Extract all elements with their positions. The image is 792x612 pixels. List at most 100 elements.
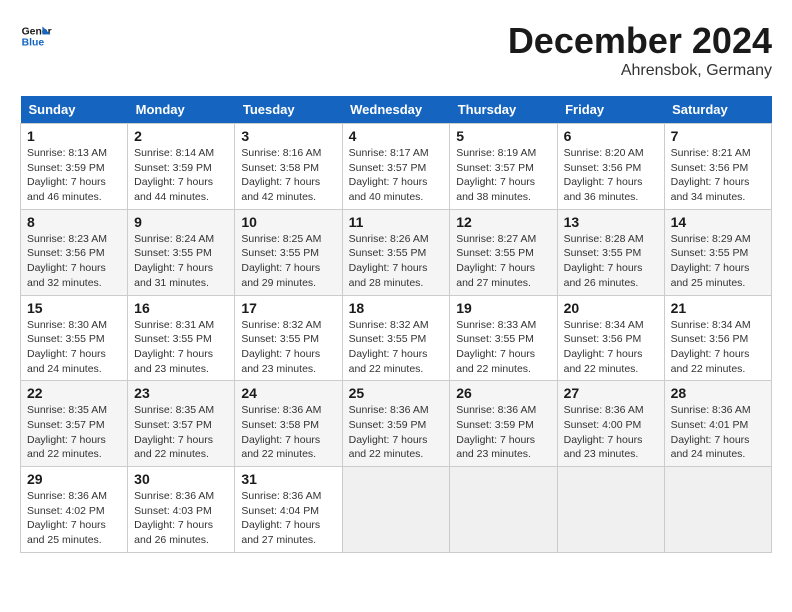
calendar-title: December 2024: [508, 20, 772, 62]
header-thursday: Thursday: [450, 96, 557, 124]
day-number: 7: [671, 128, 765, 144]
day-number: 9: [134, 214, 228, 230]
day-number: 8: [27, 214, 121, 230]
title-block: December 2024 Ahrensbok, Germany: [508, 20, 772, 80]
day-number: 25: [349, 385, 444, 401]
table-row: 19 Sunrise: 8:33 AM Sunset: 3:55 PM Dayl…: [450, 295, 557, 381]
day-info: Sunrise: 8:35 AM Sunset: 3:57 PM Dayligh…: [134, 403, 228, 462]
weekday-header-row: Sunday Monday Tuesday Wednesday Thursday…: [21, 96, 772, 124]
day-info: Sunrise: 8:28 AM Sunset: 3:55 PM Dayligh…: [564, 232, 658, 291]
day-number: 31: [241, 471, 335, 487]
day-number: 28: [671, 385, 765, 401]
day-number: 21: [671, 300, 765, 316]
day-number: 3: [241, 128, 335, 144]
header-friday: Friday: [557, 96, 664, 124]
table-row: 7 Sunrise: 8:21 AM Sunset: 3:56 PM Dayli…: [664, 124, 771, 210]
empty-day-cell: [342, 467, 450, 553]
day-info: Sunrise: 8:27 AM Sunset: 3:55 PM Dayligh…: [456, 232, 550, 291]
table-row: 23 Sunrise: 8:35 AM Sunset: 3:57 PM Dayl…: [128, 381, 235, 467]
day-number: 12: [456, 214, 550, 230]
table-row: 9 Sunrise: 8:24 AM Sunset: 3:55 PM Dayli…: [128, 209, 235, 295]
table-row: 29 Sunrise: 8:36 AM Sunset: 4:02 PM Dayl…: [21, 467, 128, 553]
day-number: 26: [456, 385, 550, 401]
day-number: 13: [564, 214, 658, 230]
day-info: Sunrise: 8:16 AM Sunset: 3:58 PM Dayligh…: [241, 146, 335, 205]
table-row: 28 Sunrise: 8:36 AM Sunset: 4:01 PM Dayl…: [664, 381, 771, 467]
day-info: Sunrise: 8:36 AM Sunset: 3:59 PM Dayligh…: [456, 403, 550, 462]
day-number: 10: [241, 214, 335, 230]
day-info: Sunrise: 8:31 AM Sunset: 3:55 PM Dayligh…: [134, 318, 228, 377]
table-row: 16 Sunrise: 8:31 AM Sunset: 3:55 PM Dayl…: [128, 295, 235, 381]
day-number: 17: [241, 300, 335, 316]
day-info: Sunrise: 8:19 AM Sunset: 3:57 PM Dayligh…: [456, 146, 550, 205]
table-row: 5 Sunrise: 8:19 AM Sunset: 3:57 PM Dayli…: [450, 124, 557, 210]
logo-icon: General Blue: [20, 20, 52, 52]
empty-day-cell: [557, 467, 664, 553]
table-row: 13 Sunrise: 8:28 AM Sunset: 3:55 PM Dayl…: [557, 209, 664, 295]
day-number: 27: [564, 385, 658, 401]
day-info: Sunrise: 8:14 AM Sunset: 3:59 PM Dayligh…: [134, 146, 228, 205]
table-row: 27 Sunrise: 8:36 AM Sunset: 4:00 PM Dayl…: [557, 381, 664, 467]
empty-day-cell: [664, 467, 771, 553]
day-number: 19: [456, 300, 550, 316]
day-number: 15: [27, 300, 121, 316]
day-number: 5: [456, 128, 550, 144]
calendar-week-row: 1 Sunrise: 8:13 AM Sunset: 3:59 PM Dayli…: [21, 124, 772, 210]
day-info: Sunrise: 8:26 AM Sunset: 3:55 PM Dayligh…: [349, 232, 444, 291]
table-row: 1 Sunrise: 8:13 AM Sunset: 3:59 PM Dayli…: [21, 124, 128, 210]
header-monday: Monday: [128, 96, 235, 124]
day-info: Sunrise: 8:20 AM Sunset: 3:56 PM Dayligh…: [564, 146, 658, 205]
day-info: Sunrise: 8:36 AM Sunset: 4:00 PM Dayligh…: [564, 403, 658, 462]
day-number: 29: [27, 471, 121, 487]
day-info: Sunrise: 8:23 AM Sunset: 3:56 PM Dayligh…: [27, 232, 121, 291]
day-info: Sunrise: 8:36 AM Sunset: 4:04 PM Dayligh…: [241, 489, 335, 548]
day-number: 22: [27, 385, 121, 401]
day-number: 14: [671, 214, 765, 230]
day-info: Sunrise: 8:30 AM Sunset: 3:55 PM Dayligh…: [27, 318, 121, 377]
calendar-week-row: 22 Sunrise: 8:35 AM Sunset: 3:57 PM Dayl…: [21, 381, 772, 467]
day-info: Sunrise: 8:24 AM Sunset: 3:55 PM Dayligh…: [134, 232, 228, 291]
day-info: Sunrise: 8:36 AM Sunset: 4:03 PM Dayligh…: [134, 489, 228, 548]
calendar-week-row: 15 Sunrise: 8:30 AM Sunset: 3:55 PM Dayl…: [21, 295, 772, 381]
day-number: 23: [134, 385, 228, 401]
table-row: 24 Sunrise: 8:36 AM Sunset: 3:58 PM Dayl…: [235, 381, 342, 467]
table-row: 4 Sunrise: 8:17 AM Sunset: 3:57 PM Dayli…: [342, 124, 450, 210]
table-row: 26 Sunrise: 8:36 AM Sunset: 3:59 PM Dayl…: [450, 381, 557, 467]
table-row: 17 Sunrise: 8:32 AM Sunset: 3:55 PM Dayl…: [235, 295, 342, 381]
header-wednesday: Wednesday: [342, 96, 450, 124]
table-row: 14 Sunrise: 8:29 AM Sunset: 3:55 PM Dayl…: [664, 209, 771, 295]
table-row: 8 Sunrise: 8:23 AM Sunset: 3:56 PM Dayli…: [21, 209, 128, 295]
day-info: Sunrise: 8:33 AM Sunset: 3:55 PM Dayligh…: [456, 318, 550, 377]
day-info: Sunrise: 8:32 AM Sunset: 3:55 PM Dayligh…: [349, 318, 444, 377]
table-row: 10 Sunrise: 8:25 AM Sunset: 3:55 PM Dayl…: [235, 209, 342, 295]
day-info: Sunrise: 8:17 AM Sunset: 3:57 PM Dayligh…: [349, 146, 444, 205]
table-row: 30 Sunrise: 8:36 AM Sunset: 4:03 PM Dayl…: [128, 467, 235, 553]
day-info: Sunrise: 8:35 AM Sunset: 3:57 PM Dayligh…: [27, 403, 121, 462]
day-info: Sunrise: 8:34 AM Sunset: 3:56 PM Dayligh…: [671, 318, 765, 377]
day-number: 6: [564, 128, 658, 144]
day-number: 30: [134, 471, 228, 487]
day-info: Sunrise: 8:21 AM Sunset: 3:56 PM Dayligh…: [671, 146, 765, 205]
day-info: Sunrise: 8:29 AM Sunset: 3:55 PM Dayligh…: [671, 232, 765, 291]
day-number: 20: [564, 300, 658, 316]
day-number: 24: [241, 385, 335, 401]
table-row: 21 Sunrise: 8:34 AM Sunset: 3:56 PM Dayl…: [664, 295, 771, 381]
table-row: 12 Sunrise: 8:27 AM Sunset: 3:55 PM Dayl…: [450, 209, 557, 295]
table-row: 6 Sunrise: 8:20 AM Sunset: 3:56 PM Dayli…: [557, 124, 664, 210]
logo: General Blue: [20, 20, 52, 52]
table-row: 20 Sunrise: 8:34 AM Sunset: 3:56 PM Dayl…: [557, 295, 664, 381]
day-number: 1: [27, 128, 121, 144]
table-row: 15 Sunrise: 8:30 AM Sunset: 3:55 PM Dayl…: [21, 295, 128, 381]
day-number: 18: [349, 300, 444, 316]
table-row: 2 Sunrise: 8:14 AM Sunset: 3:59 PM Dayli…: [128, 124, 235, 210]
table-row: 22 Sunrise: 8:35 AM Sunset: 3:57 PM Dayl…: [21, 381, 128, 467]
calendar-table: Sunday Monday Tuesday Wednesday Thursday…: [20, 96, 772, 553]
day-info: Sunrise: 8:13 AM Sunset: 3:59 PM Dayligh…: [27, 146, 121, 205]
calendar-subtitle: Ahrensbok, Germany: [508, 62, 772, 80]
table-row: 18 Sunrise: 8:32 AM Sunset: 3:55 PM Dayl…: [342, 295, 450, 381]
day-number: 4: [349, 128, 444, 144]
day-info: Sunrise: 8:36 AM Sunset: 4:02 PM Dayligh…: [27, 489, 121, 548]
table-row: 11 Sunrise: 8:26 AM Sunset: 3:55 PM Dayl…: [342, 209, 450, 295]
day-info: Sunrise: 8:36 AM Sunset: 4:01 PM Dayligh…: [671, 403, 765, 462]
calendar-week-row: 29 Sunrise: 8:36 AM Sunset: 4:02 PM Dayl…: [21, 467, 772, 553]
